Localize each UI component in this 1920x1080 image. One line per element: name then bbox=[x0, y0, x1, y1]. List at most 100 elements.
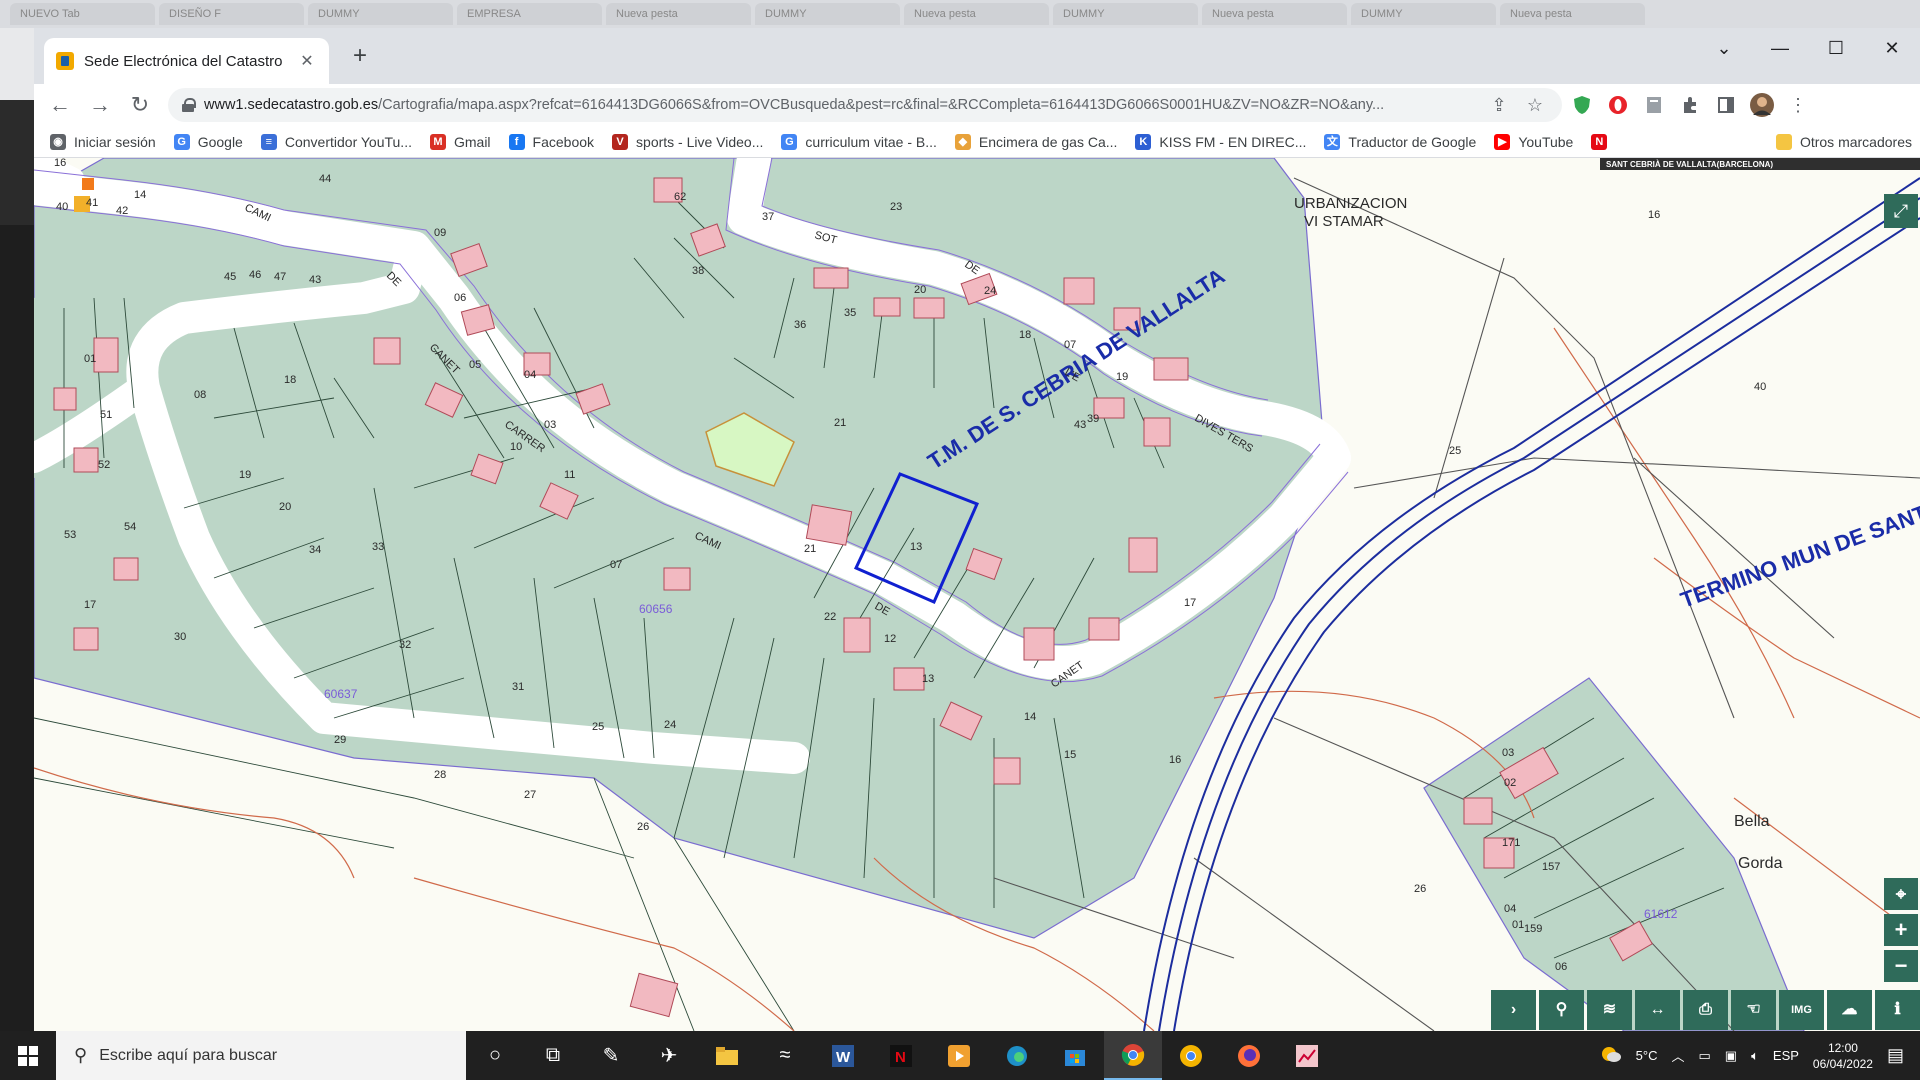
bookmark-item[interactable]: M Gmail bbox=[429, 133, 491, 150]
netflix-icon[interactable]: N bbox=[872, 1031, 930, 1080]
bookmark-item[interactable]: G Google bbox=[173, 133, 243, 150]
background-tab[interactable]: DUMMY bbox=[755, 3, 900, 25]
background-tab[interactable]: Nueva pesta bbox=[606, 3, 751, 25]
measure-tool-button[interactable]: ↔ bbox=[1635, 990, 1680, 1030]
parcel-number: 47 bbox=[274, 271, 286, 283]
tab-search-button[interactable]: ⌄ bbox=[1696, 28, 1752, 68]
temperature[interactable]: 5°C bbox=[1636, 1048, 1658, 1063]
bookmark-label: YouTube bbox=[1518, 133, 1574, 150]
app-airplane-icon[interactable]: ✈ bbox=[640, 1031, 698, 1080]
app-wave-icon[interactable]: ≈ bbox=[756, 1031, 814, 1080]
bookmark-item[interactable]: 文 Traductor de Google bbox=[1324, 133, 1477, 150]
adblock-shield-icon[interactable] bbox=[1566, 89, 1598, 121]
extensions-puzzle-icon[interactable] bbox=[1674, 89, 1706, 121]
maximize-button[interactable]: ☐ bbox=[1808, 28, 1864, 68]
store-icon[interactable] bbox=[1046, 1031, 1104, 1080]
clock[interactable]: 12:00 06/04/2022 bbox=[1813, 1040, 1873, 1072]
pan-tool-button[interactable]: ☜ bbox=[1731, 990, 1776, 1030]
background-tab[interactable]: EMPRESA bbox=[457, 3, 602, 25]
chart-app-icon[interactable] bbox=[1278, 1031, 1336, 1080]
windows-start-button[interactable] bbox=[0, 1031, 56, 1080]
media-player-icon[interactable] bbox=[930, 1031, 988, 1080]
display-icon[interactable]: ▣ bbox=[1725, 1048, 1737, 1064]
info-tool-button[interactable]: ℹ bbox=[1875, 990, 1920, 1030]
parcel-number: 30 bbox=[174, 631, 186, 643]
bookmark-item[interactable]: ▶ YouTube bbox=[1494, 133, 1574, 150]
background-tab[interactable]: NUEVO Tab bbox=[10, 3, 155, 25]
locate-button[interactable]: ⌖ bbox=[1884, 878, 1918, 910]
tray-chevron-icon[interactable]: ︿ bbox=[1671, 1046, 1684, 1065]
map-canvas[interactable]: SANT CEBRIÀ DE VALLALTA(BARCELONA) URBAN… bbox=[34, 158, 1920, 1031]
edge-icon[interactable] bbox=[988, 1031, 1046, 1080]
cortana-icon[interactable]: ○ bbox=[466, 1031, 524, 1080]
network-icon[interactable]: ▭ bbox=[1699, 1048, 1711, 1064]
other-bookmarks[interactable]: Otros marcadores bbox=[1775, 126, 1912, 158]
search-tool-button[interactable]: ⚲ bbox=[1539, 990, 1584, 1030]
cloud-tool-button[interactable]: ☁ bbox=[1827, 990, 1872, 1030]
file-explorer-icon[interactable] bbox=[698, 1031, 756, 1080]
taskbar-search[interactable]: ⚲ Escribe aquí para buscar bbox=[56, 1031, 466, 1080]
url-host: www1.sedecatastro.gob.es bbox=[204, 97, 379, 113]
close-window-button[interactable]: ✕ bbox=[1864, 28, 1920, 68]
task-view-icon[interactable]: ⧉ bbox=[524, 1031, 582, 1080]
expand-map-button[interactable]: ⤢ bbox=[1884, 194, 1918, 228]
opera-extension-icon[interactable] bbox=[1602, 89, 1634, 121]
reader-extension-icon[interactable] bbox=[1638, 89, 1670, 121]
zoom-in-button[interactable]: + bbox=[1884, 914, 1918, 946]
language-indicator[interactable]: ESP bbox=[1773, 1048, 1799, 1063]
parcel-number: 18 bbox=[1019, 329, 1031, 341]
bookmark-item[interactable]: ◉ Iniciar sesión bbox=[50, 133, 156, 150]
app-pen-icon[interactable]: ✎ bbox=[582, 1031, 640, 1080]
layers-tool-button[interactable]: ≋ bbox=[1587, 990, 1632, 1030]
reload-button[interactable]: ↻ bbox=[122, 87, 158, 123]
bookmark-item[interactable]: f Facebook bbox=[508, 133, 594, 150]
bookmark-star-icon[interactable]: ☆ bbox=[1522, 95, 1548, 116]
cadastral-map[interactable]: SANT CEBRIÀ DE VALLALTA(BARCELONA) URBAN… bbox=[34, 158, 1920, 1031]
parcel-number: 04 bbox=[524, 369, 536, 381]
zoom-out-button[interactable]: − bbox=[1884, 950, 1918, 982]
parcel-number: 19 bbox=[1116, 371, 1128, 383]
profile-avatar[interactable] bbox=[1746, 89, 1778, 121]
background-tab[interactable]: Nueva pesta bbox=[904, 3, 1049, 25]
word-icon[interactable]: W bbox=[814, 1031, 872, 1080]
background-tab[interactable]: DISEÑO F bbox=[159, 3, 304, 25]
chrome-icon[interactable] bbox=[1104, 1031, 1162, 1080]
parcel-number: 07 bbox=[610, 559, 622, 571]
img-tool-button[interactable]: IMG bbox=[1779, 990, 1824, 1030]
volume-icon[interactable]: 🔈︎ bbox=[1751, 1048, 1759, 1064]
background-tab[interactable]: DUMMY bbox=[1053, 3, 1198, 25]
background-tab[interactable]: DUMMY bbox=[1351, 3, 1496, 25]
share-icon[interactable]: ⇪ bbox=[1486, 95, 1512, 116]
minimize-button[interactable]: — bbox=[1752, 28, 1808, 68]
weather-icon[interactable] bbox=[1600, 1045, 1622, 1066]
bookmark-label: Traductor de Google bbox=[1348, 133, 1477, 150]
background-tab[interactable]: DUMMY bbox=[308, 3, 453, 25]
tab-catastro[interactable]: Sede Electrónica del Catastro - F ✕ bbox=[44, 38, 329, 84]
chrome-alt-icon[interactable] bbox=[1162, 1031, 1220, 1080]
back-button[interactable]: ← bbox=[42, 87, 78, 123]
firefox-icon[interactable] bbox=[1220, 1031, 1278, 1080]
bookmark-item[interactable]: Vsports - Live Video... bbox=[612, 133, 763, 150]
tab-close-icon[interactable]: ✕ bbox=[297, 51, 317, 71]
next-tool-button[interactable]: › bbox=[1491, 990, 1536, 1030]
parcel-number: 13 bbox=[922, 673, 934, 685]
background-tab[interactable]: Nueva pesta bbox=[1500, 3, 1645, 25]
notifications-icon[interactable]: ▤ bbox=[1887, 1045, 1904, 1066]
print-tool-button[interactable]: ⎙ bbox=[1683, 990, 1728, 1030]
menu-kebab-icon[interactable]: ⋮ bbox=[1782, 89, 1814, 121]
forward-button[interactable]: → bbox=[82, 87, 118, 123]
url-text[interactable]: www1.sedecatastro.gob.es/Cartografia/map… bbox=[204, 97, 1476, 113]
new-tab-button[interactable]: + bbox=[346, 42, 374, 70]
sidepanel-icon[interactable] bbox=[1710, 89, 1742, 121]
bookmark-item[interactable]: ≡ Convertidor YouTu... bbox=[260, 133, 412, 150]
bookmark-item[interactable]: ◆ Encimera de gas Ca... bbox=[954, 133, 1117, 150]
urbanization-label-1: URBANIZACION bbox=[1294, 195, 1407, 212]
bookmark-item[interactable]: N bbox=[1591, 133, 1608, 150]
parcel-number: 19 bbox=[239, 469, 251, 481]
parcel-number: 37 bbox=[762, 211, 774, 223]
bookmark-item[interactable]: K KISS FM - EN DIREC... bbox=[1135, 133, 1306, 150]
background-tab[interactable]: Nueva pesta bbox=[1202, 3, 1347, 25]
address-bar[interactable]: www1.sedecatastro.gob.es/Cartografia/map… bbox=[168, 88, 1562, 122]
bookmark-item[interactable]: Gcurriculum vitae - B... bbox=[781, 133, 937, 150]
parcel-number: 20 bbox=[914, 284, 926, 296]
